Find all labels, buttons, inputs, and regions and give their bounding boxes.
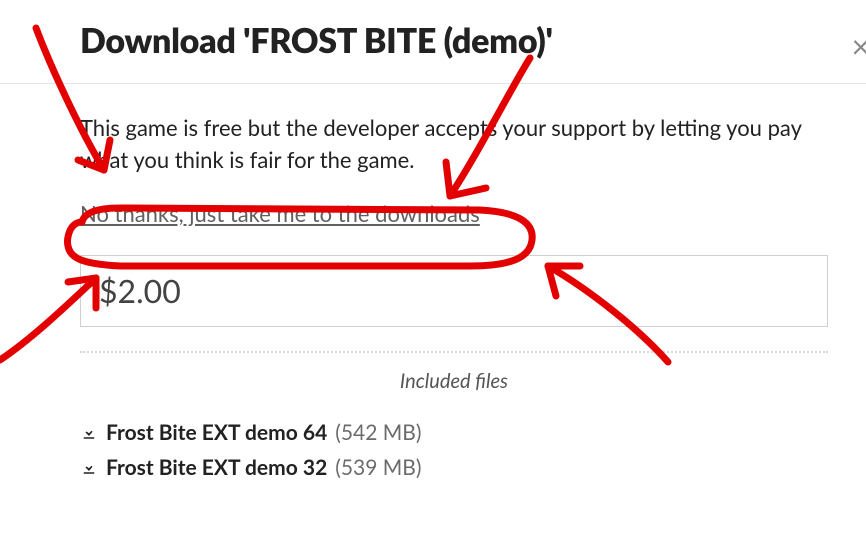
close-icon[interactable]: × [851, 30, 866, 62]
section-divider [80, 351, 828, 353]
download-modal: Download 'FROST BITE (demo)' × This game… [0, 0, 866, 485]
price-value: $2.00 [99, 271, 181, 310]
included-files-label: Included files [80, 369, 828, 393]
file-item[interactable]: Frost Bite EXT demo 64 (542 MB) [80, 415, 828, 450]
price-input[interactable]: $2.00 [80, 255, 828, 327]
download-icon [80, 458, 98, 476]
file-list: Frost Bite EXT demo 64 (542 MB) Frost Bi… [80, 415, 828, 485]
file-size: (542 MB) [335, 420, 421, 445]
file-name: Frost Bite EXT demo 64 [106, 420, 327, 445]
modal-header: Download 'FROST BITE (demo)' [0, 0, 866, 83]
modal-title: Download 'FROST BITE (demo)' [80, 20, 866, 61]
file-size: (539 MB) [335, 455, 421, 480]
download-icon [80, 423, 98, 441]
intro-text: This game is free but the developer acce… [80, 112, 828, 176]
file-item[interactable]: Frost Bite EXT demo 32 (539 MB) [80, 450, 828, 485]
skip-payment-link[interactable]: No thanks, just take me to the downloads [80, 200, 480, 227]
file-name: Frost Bite EXT demo 32 [106, 455, 327, 480]
modal-body: This game is free but the developer acce… [0, 84, 866, 485]
